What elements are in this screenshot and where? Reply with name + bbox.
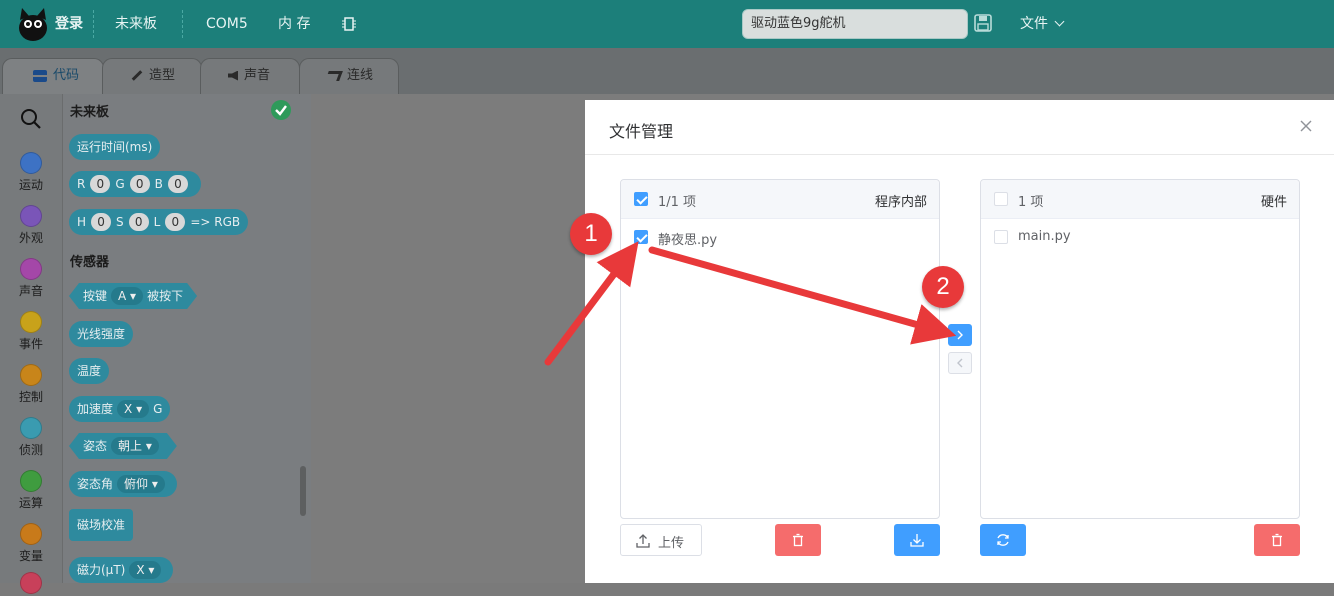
annotation-step-1: 1 (570, 213, 612, 255)
arrow-to-transfer-button (648, 246, 957, 345)
annotation-arrows (544, 241, 957, 366)
arrow-to-checkbox (544, 241, 639, 366)
annotation-step-2: 2 (922, 266, 964, 308)
